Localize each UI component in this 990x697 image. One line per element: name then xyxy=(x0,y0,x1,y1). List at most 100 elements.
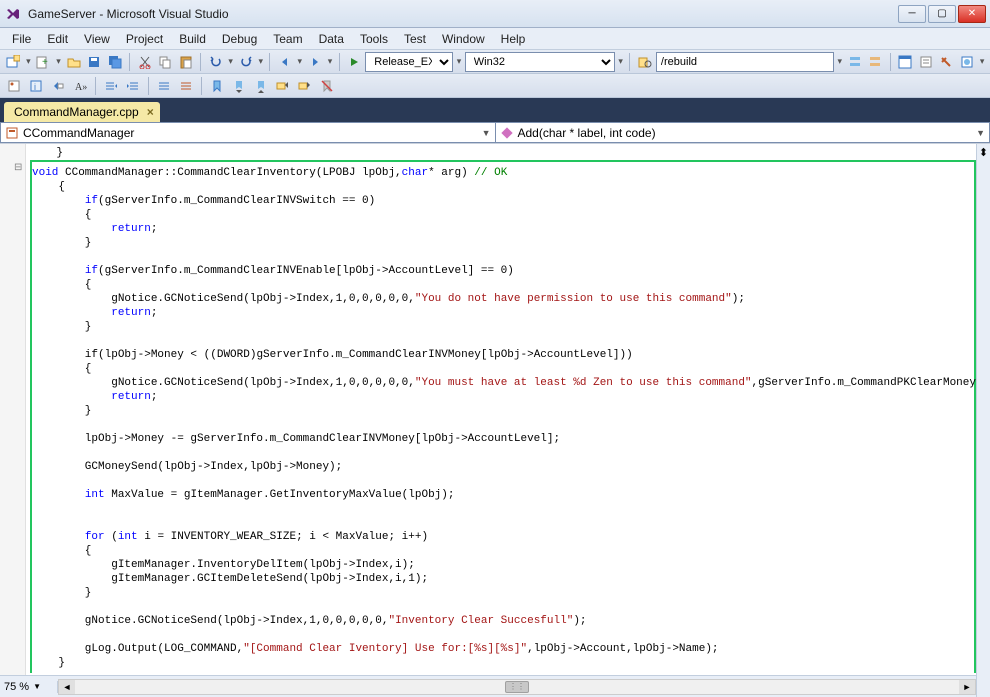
zoom-control[interactable]: 75 % ▼ xyxy=(0,681,58,693)
menu-team[interactable]: Team xyxy=(265,30,310,48)
nav-back-icon[interactable] xyxy=(275,52,294,72)
show-member-list-icon[interactable] xyxy=(4,76,24,96)
code-line xyxy=(32,446,974,460)
menu-bar: File Edit View Project Build Debug Team … xyxy=(0,28,990,50)
code-line: int MaxValue = gItemManager.GetInventory… xyxy=(32,488,974,502)
menu-tools[interactable]: Tools xyxy=(352,30,396,48)
dropdown-icon[interactable]: ▾ xyxy=(25,56,32,67)
zoom-value: 75 % xyxy=(4,681,29,693)
save-icon[interactable] xyxy=(85,52,104,72)
chevron-down-icon: ▼ xyxy=(482,128,491,138)
start-debug-icon[interactable] xyxy=(345,52,364,72)
svg-text:A»: A» xyxy=(75,82,87,93)
quick-info-icon[interactable]: i xyxy=(26,76,46,96)
chevron-down-icon: ▼ xyxy=(33,682,41,691)
code-line: } xyxy=(30,146,976,160)
menu-edit[interactable]: Edit xyxy=(39,30,76,48)
dropdown-icon[interactable]: ▾ xyxy=(836,56,843,67)
method-navigator-combo[interactable]: Add(char * label, int code) ▼ xyxy=(495,122,990,143)
prev-bookmark-icon[interactable] xyxy=(229,76,249,96)
dropdown-icon[interactable]: ▾ xyxy=(978,56,985,67)
comment-icon[interactable] xyxy=(845,52,864,72)
dropdown-icon[interactable]: ▾ xyxy=(296,56,303,67)
dropdown-icon[interactable]: ▾ xyxy=(617,56,624,67)
code-line: gItemManager.GCItemDeleteSend(lpObj->Ind… xyxy=(32,572,974,586)
scrollbar-thumb[interactable]: ⋮⋮ xyxy=(505,681,529,693)
minimize-button[interactable]: ─ xyxy=(898,5,926,23)
decrease-indent-icon[interactable] xyxy=(101,76,121,96)
redo-icon[interactable] xyxy=(236,52,255,72)
chevron-down-icon: ▼ xyxy=(976,128,985,138)
complete-word-icon[interactable]: A» xyxy=(70,76,90,96)
menu-view[interactable]: View xyxy=(76,30,118,48)
code-line: gItemManager.InventoryDelItem(lpObj->Ind… xyxy=(32,558,974,572)
solution-explorer-icon[interactable] xyxy=(896,52,915,72)
open-icon[interactable] xyxy=(64,52,83,72)
tab-label: CommandManager.cpp xyxy=(14,105,139,119)
code-line: { xyxy=(32,180,974,194)
clear-bookmarks-icon[interactable] xyxy=(317,76,337,96)
uncomment-selection-icon[interactable] xyxy=(176,76,196,96)
class-navigator-combo[interactable]: CCommandManager ▼ xyxy=(0,122,495,143)
code-line: gNotice.GCNoticeSend(lpObj->Index,1,0,0,… xyxy=(32,292,974,306)
code-text-area[interactable]: } void CCommandManager::CommandClearInve… xyxy=(26,144,976,673)
menu-data[interactable]: Data xyxy=(311,30,352,48)
menu-debug[interactable]: Debug xyxy=(214,30,265,48)
class-icon xyxy=(5,126,19,140)
dropdown-icon[interactable]: ▾ xyxy=(455,56,462,67)
horizontal-scrollbar[interactable]: ◄ ⋮⋮ ► xyxy=(58,679,976,695)
nav-forward-icon[interactable] xyxy=(306,52,325,72)
code-line: void CCommandManager::CommandClearInvent… xyxy=(32,166,974,180)
paste-icon[interactable] xyxy=(177,52,196,72)
maximize-button[interactable]: ▢ xyxy=(928,5,956,23)
dropdown-icon[interactable]: ▾ xyxy=(227,56,234,67)
solution-platform-combo[interactable]: Win32 xyxy=(465,52,615,72)
undo-icon[interactable] xyxy=(206,52,225,72)
code-line xyxy=(32,334,974,348)
new-project-icon[interactable] xyxy=(4,52,23,72)
cut-icon[interactable] xyxy=(135,52,154,72)
editor-bottom-bar: 75 % ▼ ◄ ⋮⋮ ► xyxy=(0,675,976,697)
toggle-bookmark-icon[interactable] xyxy=(207,76,227,96)
comment-selection-icon[interactable] xyxy=(154,76,174,96)
split-icon[interactable]: ⬍ xyxy=(977,144,990,159)
dropdown-icon[interactable]: ▾ xyxy=(257,56,264,67)
start-page-icon[interactable] xyxy=(958,52,977,72)
text-editor-toolbar: i A» xyxy=(0,74,990,98)
code-editor[interactable]: ⊟ ⬍ } void CCommandManager::CommandClear… xyxy=(0,144,990,697)
find-in-files-icon[interactable] xyxy=(635,52,654,72)
close-button[interactable]: ✕ xyxy=(958,5,986,23)
menu-file[interactable]: File xyxy=(4,30,39,48)
prev-bookmark-folder-icon[interactable] xyxy=(273,76,293,96)
menu-test[interactable]: Test xyxy=(396,30,434,48)
close-icon[interactable]: × xyxy=(147,105,154,119)
collapse-toggle-icon[interactable]: ⊟ xyxy=(14,162,22,174)
code-line: { xyxy=(32,362,974,376)
menu-build[interactable]: Build xyxy=(171,30,214,48)
editor-gutter: ⊟ xyxy=(0,144,26,697)
save-all-icon[interactable] xyxy=(106,52,125,72)
properties-icon[interactable] xyxy=(916,52,935,72)
scroll-left-icon[interactable]: ◄ xyxy=(59,680,75,694)
next-bookmark-icon[interactable] xyxy=(251,76,271,96)
increase-indent-icon[interactable] xyxy=(123,76,143,96)
scroll-right-icon[interactable]: ► xyxy=(959,680,975,694)
add-item-icon[interactable]: + xyxy=(34,52,53,72)
search-box[interactable] xyxy=(656,52,834,72)
code-line: lpObj->Money -= gServerInfo.m_CommandCle… xyxy=(32,432,974,446)
copy-icon[interactable] xyxy=(156,52,175,72)
toolbox-icon[interactable] xyxy=(937,52,956,72)
menu-help[interactable]: Help xyxy=(493,30,534,48)
method-name: Add(char * label, int code) xyxy=(518,126,973,140)
uncomment-icon[interactable] xyxy=(866,52,885,72)
code-line: } xyxy=(32,656,974,670)
dropdown-icon[interactable]: ▾ xyxy=(326,56,333,67)
dropdown-icon[interactable]: ▾ xyxy=(55,56,62,67)
solution-config-combo[interactable]: Release_EX80. xyxy=(365,52,453,72)
menu-project[interactable]: Project xyxy=(118,30,171,48)
next-bookmark-folder-icon[interactable] xyxy=(295,76,315,96)
editor-margin-right: ⬍ xyxy=(976,144,990,697)
parameter-info-icon[interactable] xyxy=(48,76,68,96)
menu-window[interactable]: Window xyxy=(434,30,493,48)
tab-commandmanager-cpp[interactable]: CommandManager.cpp × xyxy=(4,102,160,122)
